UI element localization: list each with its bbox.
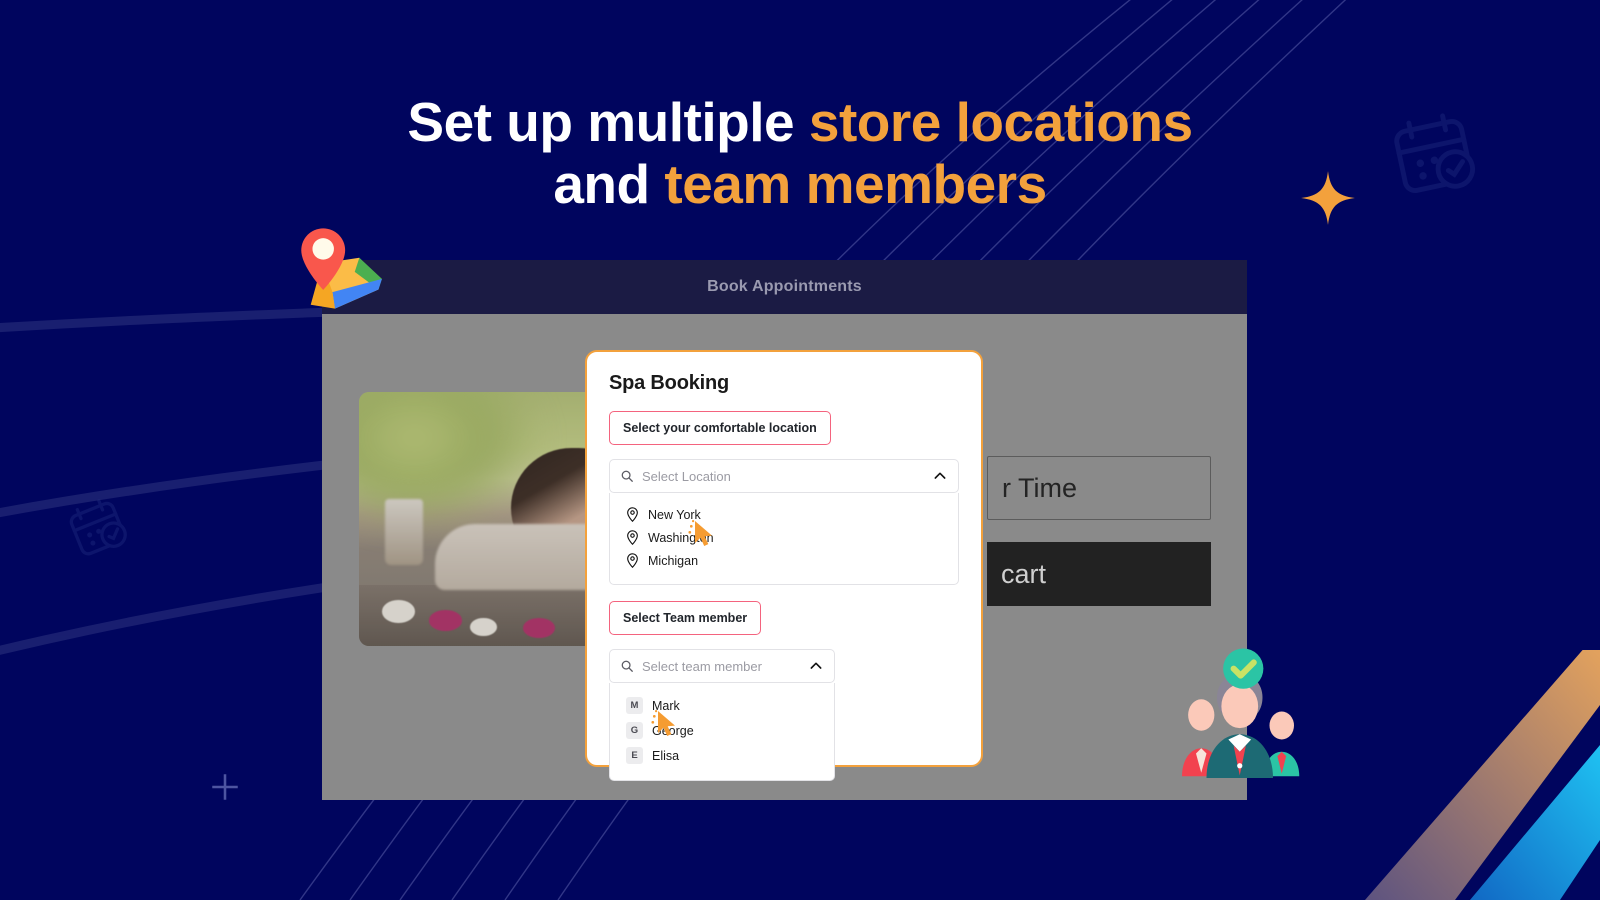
headline-line-2-plain: and [553, 152, 665, 215]
background-time-field[interactable]: r Time [987, 456, 1211, 520]
location-option-label: Michigan [648, 553, 699, 568]
team-option[interactable]: G George [610, 718, 834, 743]
calendar-check-icon [69, 499, 127, 556]
location-option[interactable]: New York [610, 503, 958, 526]
plus-crosshair-icon [212, 774, 238, 800]
team-option[interactable]: E Elisa [610, 743, 834, 768]
location-badge-label: Select your comfortable location [609, 411, 831, 445]
google-maps-pin-icon [301, 228, 382, 309]
team-select-placeholder: Select team member [642, 658, 762, 674]
location-options-list: New York Washington Michigan [609, 493, 959, 585]
app-title: Book Appointments [707, 278, 862, 295]
map-pin-icon [627, 507, 638, 522]
team-option-avatar: G [626, 722, 643, 739]
map-pin-icon [627, 553, 638, 568]
background-add-to-cart-label: cart [1001, 558, 1047, 589]
location-section: Select your comfortable location Select … [609, 411, 959, 585]
headline-line-1-highlight: store locations [808, 91, 1193, 153]
headline-line-2-highlight: team members [664, 152, 1047, 215]
spa-booking-modal: Spa Booking Select your comfortable loca… [585, 350, 983, 781]
team-option-avatar: M [626, 697, 643, 714]
headline-line-2: and team members [0, 152, 1600, 216]
app-titlebar: Book Appointments [322, 260, 1247, 314]
location-option[interactable]: Washington [610, 526, 958, 549]
team-members-illustration [1182, 648, 1300, 778]
team-section: Select Team member Select team member M … [609, 601, 959, 781]
search-icon [621, 470, 633, 482]
team-option-label: Elisa [652, 748, 680, 763]
team-select[interactable]: Select team member [609, 649, 835, 683]
background-time-field-text: r Time [1002, 472, 1078, 503]
location-option[interactable]: Michigan [610, 549, 958, 572]
modal-title: Spa Booking [609, 372, 730, 394]
team-options-list: M Mark G George E Elisa [609, 683, 835, 781]
mouse-cursor-team [651, 710, 675, 736]
mouse-cursor-location [688, 520, 712, 546]
team-badge-label: Select Team member [609, 601, 762, 635]
background-add-to-cart-button[interactable]: cart [987, 542, 1211, 606]
chevron-up-icon[interactable] [808, 658, 824, 674]
location-select[interactable]: Select Location [609, 459, 959, 493]
location-select-placeholder: Select Location [642, 468, 731, 484]
corner-stripes [1365, 650, 1600, 900]
page-root: Set up multiple store locations and team… [0, 0, 1600, 900]
team-option-avatar: E [626, 747, 643, 764]
search-icon [621, 660, 633, 672]
headline-line-1: Set up multiple store locations [0, 91, 1600, 154]
page-headline: Set up multiple store locations and team… [0, 91, 1600, 216]
headline-line-1-plain: Set up multiple [407, 91, 809, 153]
chevron-up-icon[interactable] [932, 468, 948, 484]
map-pin-icon [627, 530, 638, 545]
team-option[interactable]: M Mark [610, 693, 834, 718]
